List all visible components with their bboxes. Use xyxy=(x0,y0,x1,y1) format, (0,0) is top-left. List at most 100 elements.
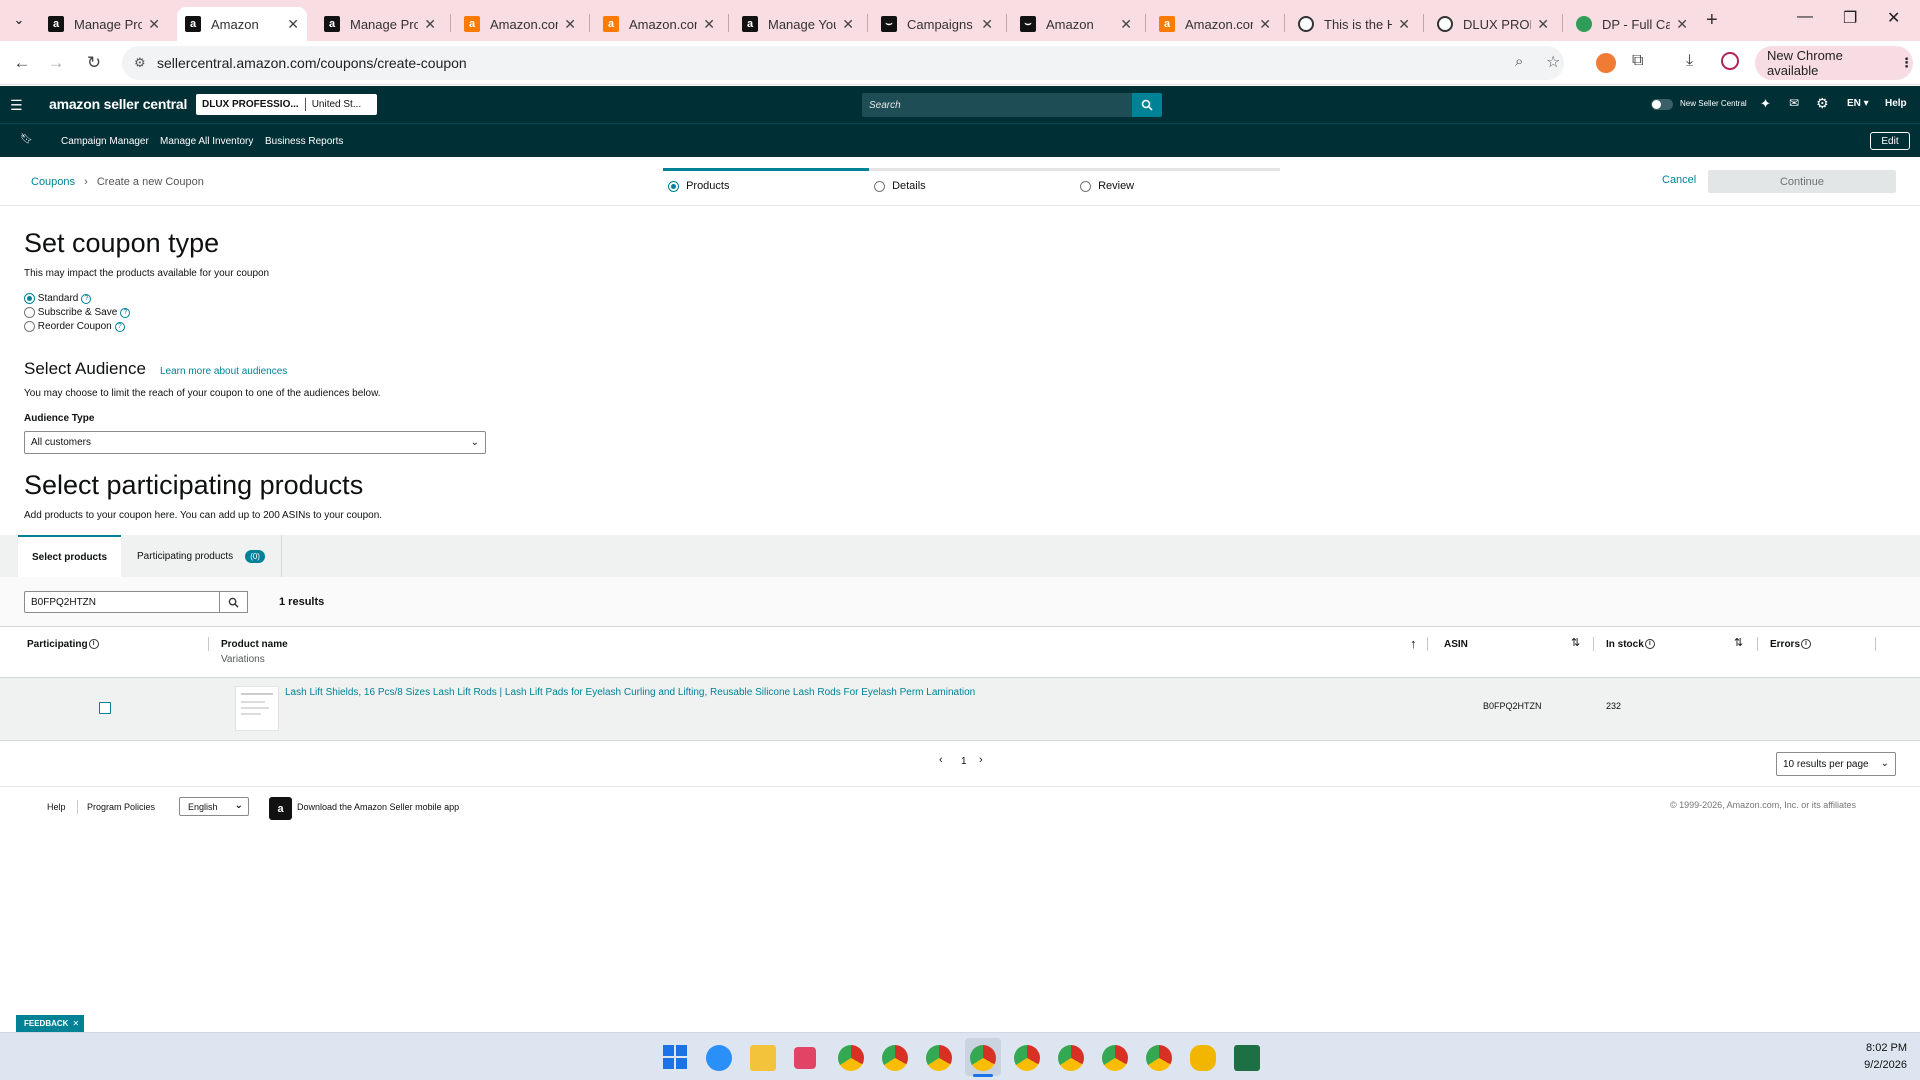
browser-tab[interactable]: DLUX PROFE✕ xyxy=(1429,7,1557,41)
download-icon[interactable]: ⤓ xyxy=(1686,52,1693,70)
snipping-tool-icon[interactable] xyxy=(794,1047,816,1069)
browser-tab[interactable]: ⌣ Amazon ✕ xyxy=(1012,7,1140,41)
url-field[interactable]: ⚙ sellercentral.amazon.com/coupons/creat… xyxy=(122,46,1564,80)
bookmark-icon[interactable]: 🔖︎ xyxy=(20,134,33,145)
close-icon[interactable]: ✕ xyxy=(424,16,436,33)
seller-central-logo[interactable]: amazon seller central xyxy=(49,96,187,112)
browser-tab[interactable]: aAmazon.com✕ xyxy=(456,7,584,41)
browser-tab-active[interactable]: a Amazon ✕ xyxy=(177,7,307,41)
close-icon[interactable]: ✕ xyxy=(287,16,299,33)
mail-icon[interactable]: ✉ xyxy=(1789,96,1799,110)
step-details[interactable]: Details xyxy=(874,180,926,192)
step-products[interactable]: Products xyxy=(668,180,729,192)
back-icon[interactable]: ← xyxy=(12,53,32,73)
browser-tab[interactable]: a Manage Pro ✕ xyxy=(40,7,168,41)
asin-search-input[interactable]: B0FPQ2HTZN xyxy=(24,591,220,613)
sort-icon[interactable]: ⇅ xyxy=(1571,636,1580,649)
footer-help-link[interactable]: Help xyxy=(47,802,66,812)
sort-ascending-icon[interactable]: ↑ xyxy=(1410,636,1417,651)
site-info-icon[interactable]: ⚙ xyxy=(134,55,146,71)
settings-gear-icon[interactable]: ⚙ xyxy=(1816,95,1829,112)
next-page-icon[interactable]: › xyxy=(979,754,983,766)
extension-icon[interactable] xyxy=(1596,53,1616,73)
chrome-icon[interactable] xyxy=(1014,1045,1040,1071)
help-icon[interactable]: ? xyxy=(120,307,131,318)
radio-subscribe-save[interactable]: Subscribe & Save? xyxy=(24,307,131,318)
close-icon[interactable]: ✕ xyxy=(1537,16,1549,33)
prev-page-icon[interactable]: ‹ xyxy=(939,754,943,766)
audience-type-select[interactable]: All customers ⌄ xyxy=(24,431,486,454)
radio-standard[interactable]: Standard? xyxy=(24,293,92,304)
tab-select-products[interactable]: Select products xyxy=(18,535,121,577)
participating-checkbox[interactable] xyxy=(99,702,111,714)
chrome-icon[interactable] xyxy=(882,1045,908,1071)
new-chrome-available-button[interactable]: New Chrome available ⋮ xyxy=(1755,46,1913,80)
chrome-icon[interactable] xyxy=(1058,1045,1084,1071)
help-icon[interactable]: ? xyxy=(114,321,125,332)
edit-nav-button[interactable]: Edit xyxy=(1870,132,1910,150)
footer-language-select[interactable]: English ⌄ xyxy=(179,797,249,816)
browser-tab[interactable]: ⌣ Campaigns | ✕ xyxy=(873,7,1001,41)
close-icon[interactable]: ✕ xyxy=(1120,16,1132,33)
language-selector[interactable]: EN ▾ xyxy=(1847,98,1869,109)
tab-search-icon[interactable]: ⌄ xyxy=(10,11,28,29)
browser-tab[interactable]: This is the H ✕ xyxy=(1290,7,1418,41)
windows-start-icon[interactable] xyxy=(663,1045,687,1069)
close-icon[interactable]: ✕ xyxy=(148,16,160,33)
close-icon[interactable]: ✕ xyxy=(1259,16,1271,33)
browser-tab[interactable]: a Manage You ✕ xyxy=(734,7,862,41)
new-seller-central-toggle[interactable] xyxy=(1651,99,1673,110)
footer-program-policies-link[interactable]: Program Policies xyxy=(87,802,155,812)
close-icon[interactable]: ✕ xyxy=(72,1019,79,1028)
zoom-icon[interactable]: ⌕ xyxy=(1515,53,1523,70)
browser-tab[interactable]: aAmazon.com✕ xyxy=(595,7,723,41)
asin-search-button[interactable] xyxy=(220,591,248,613)
continue-button[interactable]: Continue xyxy=(1708,170,1896,193)
chat-icon[interactable] xyxy=(1190,1045,1216,1071)
menu-dots-icon[interactable]: ⋮ xyxy=(1900,55,1913,71)
info-icon[interactable]: i xyxy=(1801,639,1812,650)
results-per-page-select[interactable]: 10 results per page ⌄ xyxy=(1776,752,1896,776)
nav-campaign-manager[interactable]: Campaign Manager xyxy=(61,136,149,147)
close-icon[interactable]: ✕ xyxy=(703,16,715,33)
close-icon[interactable]: ✕ xyxy=(1676,16,1688,33)
page-number[interactable]: 1 xyxy=(961,756,967,767)
feedback-button[interactable]: FEEDBACK ✕ xyxy=(16,1015,84,1032)
cancel-button[interactable]: Cancel xyxy=(1662,174,1696,186)
search-button[interactable] xyxy=(1132,93,1162,117)
seller-app-icon[interactable]: a xyxy=(269,797,292,820)
reload-icon[interactable]: ↻ xyxy=(84,53,104,73)
bookmark-star-icon[interactable]: ☆ xyxy=(1546,52,1560,72)
browser-tab[interactable]: a Manage Pro ✕ xyxy=(316,7,444,41)
browser-tab[interactable]: aAmazon.com✕ xyxy=(1151,7,1279,41)
help-link[interactable]: Help xyxy=(1885,98,1907,109)
excel-icon[interactable] xyxy=(1234,1045,1260,1071)
search-input[interactable]: Search xyxy=(862,93,1132,117)
info-icon[interactable]: i xyxy=(88,639,99,650)
hamburger-menu-icon[interactable]: ☰ xyxy=(10,97,23,114)
new-tab-icon[interactable]: + xyxy=(1706,9,1718,32)
chrome-icon[interactable] xyxy=(1146,1045,1172,1071)
product-name-link[interactable]: Lash Lift Shields, 16 Pcs/8 Sizes Lash L… xyxy=(285,687,975,698)
radio-reorder-coupon[interactable]: Reorder Coupon? xyxy=(24,321,125,332)
restore-icon[interactable]: ❐ xyxy=(1843,8,1857,28)
chrome-icon[interactable] xyxy=(926,1045,952,1071)
profile-icon[interactable] xyxy=(1721,52,1739,70)
help-icon[interactable]: ? xyxy=(81,293,92,304)
footer-app-download-link[interactable]: Download the Amazon Seller mobile app xyxy=(297,802,459,812)
chrome-icon-active[interactable] xyxy=(970,1045,996,1071)
browser-tab[interactable]: DP - Full Car ✕ xyxy=(1568,7,1696,41)
minimize-icon[interactable]: — xyxy=(1797,8,1813,26)
window-close-icon[interactable]: ✕ xyxy=(1887,8,1900,28)
info-icon[interactable]: i xyxy=(1644,639,1655,650)
forward-icon[interactable]: → xyxy=(46,53,66,73)
close-icon[interactable]: ✕ xyxy=(564,16,576,33)
tab-participating-products[interactable]: Participating products (0) xyxy=(121,535,282,577)
nav-manage-all-inventory[interactable]: Manage All Inventory xyxy=(160,136,253,147)
sort-icon[interactable]: ⇅ xyxy=(1734,636,1743,649)
close-icon[interactable]: ✕ xyxy=(981,16,993,33)
chrome-icon[interactable] xyxy=(1102,1045,1128,1071)
breadcrumb-coupons[interactable]: Coupons xyxy=(31,176,75,188)
step-review[interactable]: Review xyxy=(1080,180,1134,192)
close-icon[interactable]: ✕ xyxy=(1398,16,1410,33)
